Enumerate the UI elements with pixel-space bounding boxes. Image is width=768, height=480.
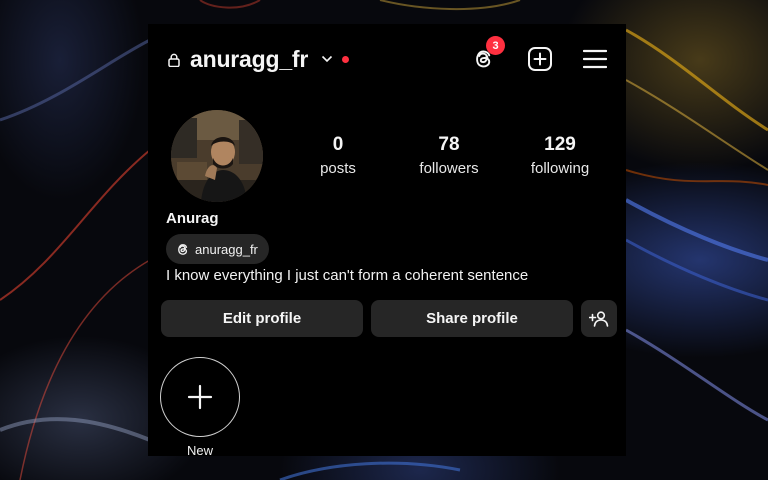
create-button[interactable] [525,44,555,74]
stat-label: following [530,160,590,177]
profile-header: anuragg_fr 3 [148,36,626,78]
menu-icon [583,49,607,69]
profile-card: anuragg_fr 3 0 posts 78 followers 129 fo… [148,24,626,458]
stat-posts[interactable]: 0 posts [293,134,383,177]
create-icon [528,47,552,71]
threads-handle: anuragg_fr [195,241,258,257]
notification-dot [342,56,349,63]
stat-value: 0 [332,134,344,155]
chevron-down-icon[interactable] [321,54,333,64]
threads-icon [178,243,188,255]
stat-label: followers [419,160,479,177]
new-highlight-label: New [186,443,213,458]
edit-profile-button[interactable]: Edit profile [161,300,363,337]
stat-label: posts [320,160,356,177]
username[interactable]: anuragg_fr [190,46,308,73]
threads-handle-chip[interactable]: anuragg_fr [166,234,269,264]
bio-text: I know everything I just can't form a co… [166,267,529,284]
menu-button[interactable] [580,44,610,74]
lock-icon [168,53,180,67]
avatar[interactable] [171,110,263,202]
plus-icon [187,384,213,410]
discover-people-button[interactable] [581,300,617,337]
profile-photo [171,110,263,202]
stat-followers[interactable]: 78 followers [404,134,494,177]
stat-following[interactable]: 129 following [515,134,605,177]
display-name: Anurag [166,210,219,227]
add-person-icon [589,310,609,327]
new-highlight-button[interactable] [160,357,240,437]
stat-value: 129 [544,134,576,155]
share-profile-button[interactable]: Share profile [371,300,573,337]
threads-badge: 3 [486,36,505,55]
stat-value: 78 [438,134,460,155]
